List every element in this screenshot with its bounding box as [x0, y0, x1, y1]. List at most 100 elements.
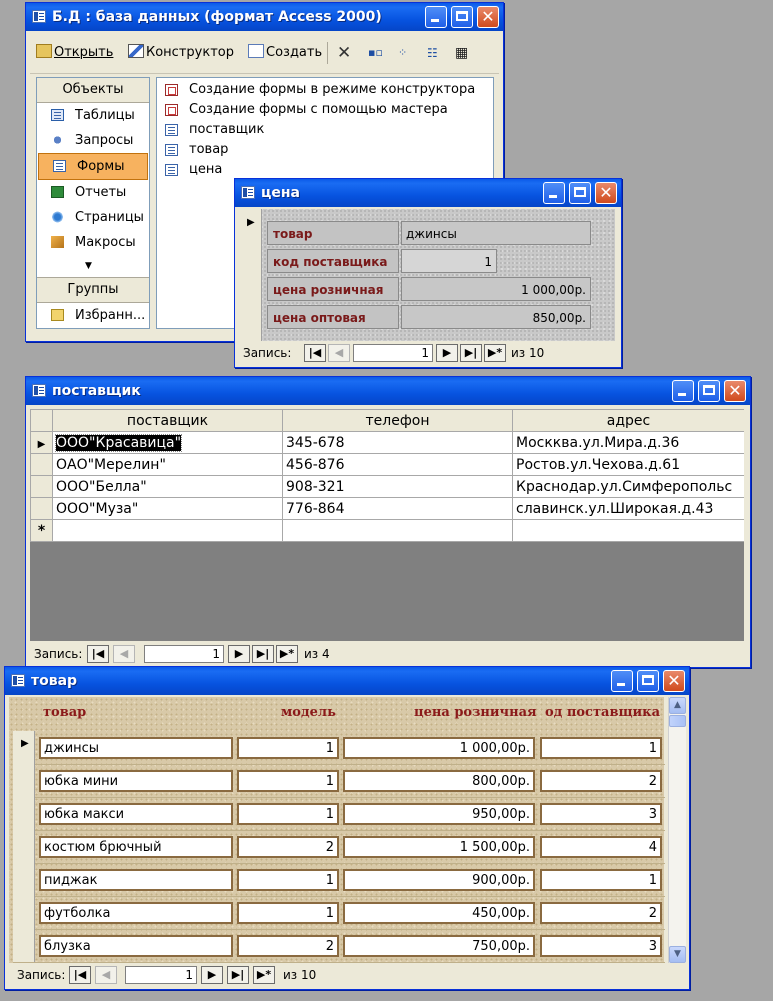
scroll-down-icon[interactable]: ▼ [669, 946, 686, 963]
minimize-button[interactable] [611, 670, 633, 692]
first-record-button[interactable]: |◀ [69, 966, 91, 984]
record-selector[interactable]: ▶ [239, 209, 262, 341]
field-supplier-code[interactable]: 3 [540, 935, 662, 957]
next-record-button[interactable]: ▶ [228, 645, 250, 663]
list-view-icon[interactable]: ☷ [427, 43, 438, 63]
row-selector[interactable] [30, 475, 53, 498]
column-header[interactable]: телефон [282, 409, 513, 432]
prev-record-button[interactable]: ◀ [328, 344, 350, 362]
field-supplier-code[interactable]: 2 [540, 770, 662, 792]
design-button[interactable]: Конструктор [128, 43, 234, 63]
last-record-button[interactable]: ▶| [227, 966, 249, 984]
table-cell[interactable]: ООО"Белла" [52, 475, 283, 498]
open-button[interactable]: Открыть [36, 43, 113, 63]
object-reports[interactable]: Отчеты [37, 180, 149, 205]
row-selector[interactable] [30, 497, 53, 520]
list-item-create-wizard[interactable]: Создание формы с помощью мастера [157, 100, 493, 120]
field-goods[interactable]: футболка [39, 902, 233, 924]
last-record-button[interactable]: ▶| [460, 344, 482, 362]
column-header[interactable]: поставщик [52, 409, 283, 432]
field-retail-price[interactable]: 1 000,00р. [343, 737, 535, 759]
table-cell[interactable]: Москква.ул.Мира.д.36 [512, 431, 744, 454]
table-cell[interactable]: Ростов.ул.Чехова.д.61 [512, 453, 744, 476]
first-record-button[interactable]: |◀ [87, 645, 109, 663]
field-retail-price[interactable]: 900,00р. [343, 869, 535, 891]
prev-record-button[interactable]: ◀ [113, 645, 135, 663]
field-retail-price[interactable]: 1 500,00р. [343, 836, 535, 858]
maximize-button[interactable] [451, 6, 473, 28]
more-objects-arrow[interactable]: ▼ [37, 255, 149, 277]
field-model[interactable]: 2 [237, 836, 339, 858]
maximize-button[interactable] [569, 182, 591, 204]
field-value-goods[interactable]: джинсы [401, 221, 591, 245]
table-cell[interactable]: 345-678 [282, 431, 513, 454]
field-supplier-code[interactable]: 1 [540, 869, 662, 891]
large-icons-icon[interactable]: ▪▫ [368, 43, 383, 63]
field-retail-price[interactable]: 750,00р. [343, 935, 535, 957]
field-retail-price[interactable]: 450,00р. [343, 902, 535, 924]
object-queries[interactable]: Запросы [37, 128, 149, 153]
table-cell[interactable]: ООО"Муза" [52, 497, 283, 520]
field-supplier-code[interactable]: 1 [540, 737, 662, 759]
column-header[interactable]: адрес [512, 409, 744, 432]
delete-icon[interactable]: ✕ [337, 43, 351, 63]
list-item-form-supplier[interactable]: поставщик [157, 120, 493, 140]
row-selector[interactable] [30, 453, 53, 476]
row-selector[interactable] [13, 830, 35, 863]
object-macros[interactable]: Макросы [37, 230, 149, 255]
row-selector[interactable] [13, 764, 35, 797]
field-value-supplier-code[interactable]: 1 [401, 249, 497, 273]
prev-record-button[interactable]: ◀ [95, 966, 117, 984]
field-value-retail-price[interactable]: 1 000,00р. [401, 277, 591, 301]
table-cell[interactable]: 908-321 [282, 475, 513, 498]
field-supplier-code[interactable]: 4 [540, 836, 662, 858]
new-record-button[interactable]: ▶* [276, 645, 298, 663]
row-selector[interactable] [13, 797, 35, 830]
maximize-button[interactable] [698, 380, 720, 402]
field-supplier-code[interactable]: 2 [540, 902, 662, 924]
details-view-icon[interactable]: ▦ [455, 43, 468, 63]
close-button[interactable]: ✕ [663, 670, 685, 692]
table-cell[interactable]: ООО"Красавица" [52, 431, 283, 454]
table-cell[interactable]: славинск.ул.Широкая.д.43 [512, 497, 744, 520]
row-selector[interactable] [13, 929, 35, 962]
field-value-wholesale-price[interactable]: 850,00р. [401, 305, 591, 329]
title-bar[interactable]: товар ✕ [5, 667, 689, 695]
object-forms[interactable]: Формы [38, 153, 148, 180]
table-cell[interactable]: 456-876 [282, 453, 513, 476]
field-model[interactable]: 1 [237, 869, 339, 891]
table-cell[interactable] [282, 519, 513, 542]
scroll-up-icon[interactable]: ▲ [669, 697, 686, 714]
minimize-button[interactable] [672, 380, 694, 402]
table-cell[interactable]: 776-864 [282, 497, 513, 520]
title-bar[interactable]: Б.Д : база данных (формат Access 2000) ✕ [26, 3, 503, 31]
object-tables[interactable]: Таблицы [37, 103, 149, 128]
row-selector[interactable]: ▶ [13, 731, 35, 764]
group-favorites[interactable]: Избранн... [37, 303, 149, 328]
maximize-button[interactable] [637, 670, 659, 692]
vertical-scrollbar[interactable]: ▲ ▼ [668, 697, 686, 963]
field-supplier-code[interactable]: 3 [540, 803, 662, 825]
first-record-button[interactable]: |◀ [304, 344, 326, 362]
title-bar[interactable]: поставщик ✕ [26, 377, 750, 405]
minimize-button[interactable] [425, 6, 447, 28]
field-model[interactable]: 2 [237, 935, 339, 957]
scroll-thumb[interactable] [669, 715, 686, 727]
field-goods[interactable]: юбка макси [39, 803, 233, 825]
close-button[interactable]: ✕ [477, 6, 499, 28]
field-goods[interactable]: блузка [39, 935, 233, 957]
field-goods[interactable]: пиджак [39, 869, 233, 891]
record-number-input[interactable]: 1 [144, 645, 224, 663]
table-cell[interactable] [52, 519, 283, 542]
title-bar[interactable]: цена ✕ [235, 179, 621, 207]
row-selector[interactable] [13, 896, 35, 929]
last-record-button[interactable]: ▶| [252, 645, 274, 663]
table-cell[interactable]: Краснодар.ул.Симферопольс [512, 475, 744, 498]
field-goods[interactable]: юбка мини [39, 770, 233, 792]
table-cell[interactable]: ОАО"Мерелин" [52, 453, 283, 476]
record-number-input[interactable]: 1 [125, 966, 197, 984]
field-retail-price[interactable]: 800,00р. [343, 770, 535, 792]
field-retail-price[interactable]: 950,00р. [343, 803, 535, 825]
groups-header[interactable]: Группы [37, 277, 149, 303]
create-button[interactable]: Создать [248, 43, 322, 63]
